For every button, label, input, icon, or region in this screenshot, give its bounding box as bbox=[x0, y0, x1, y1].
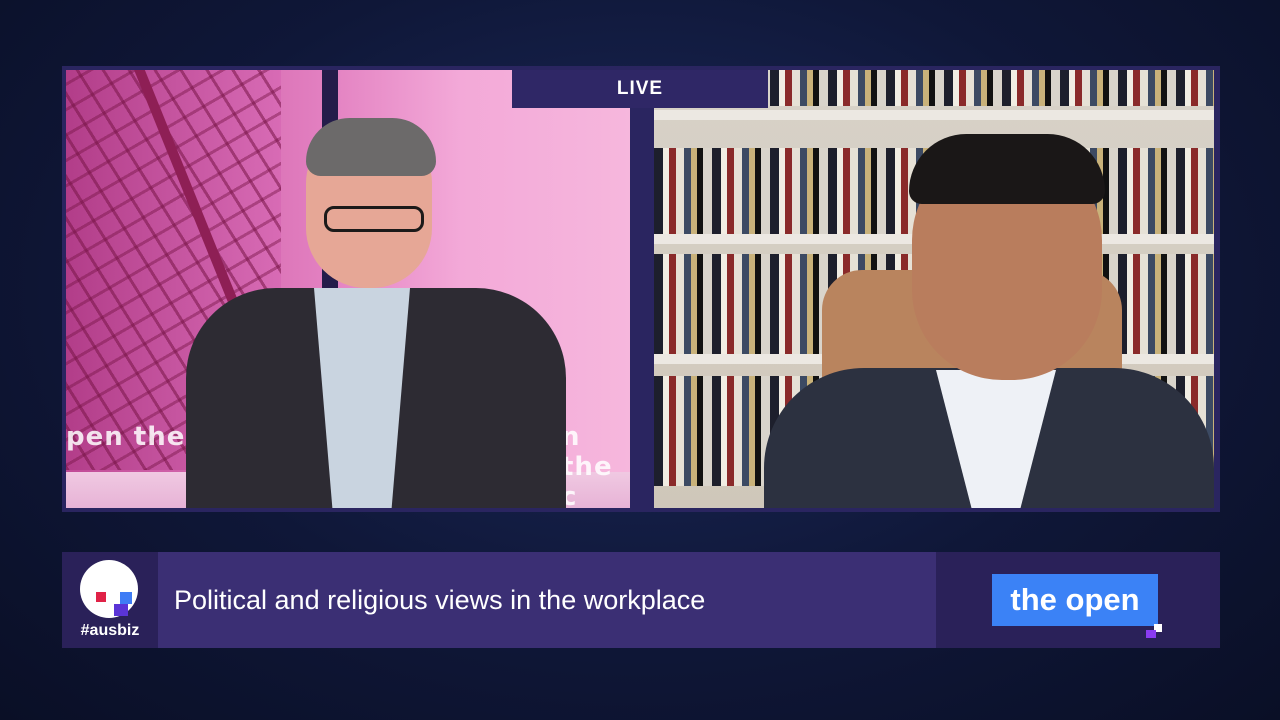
ausbiz-logo-icon bbox=[80, 560, 138, 618]
guest-hair bbox=[909, 134, 1105, 204]
live-indicator: LIVE bbox=[512, 70, 768, 108]
show-logo-square-purple bbox=[1146, 630, 1156, 638]
host-presenter bbox=[186, 118, 566, 508]
guest-video-feed bbox=[654, 70, 1214, 508]
logo-square-purple bbox=[114, 604, 128, 616]
logo-square-red bbox=[96, 592, 106, 602]
the-open-logo-icon: the open bbox=[992, 574, 1158, 626]
show-brand: the open bbox=[936, 552, 1220, 648]
headline-text: Political and religious views in the wor… bbox=[174, 584, 706, 615]
logo-square-blue bbox=[120, 592, 132, 604]
host-glasses bbox=[324, 206, 424, 232]
host-video-feed: pen the c n the c bbox=[66, 70, 630, 508]
video-split-screen: pen the c n the c bbox=[62, 66, 1220, 512]
lower-third-banner: #ausbiz Political and religious views in… bbox=[62, 552, 1220, 648]
shelf-board-1 bbox=[654, 110, 1214, 120]
hashtag-label: #ausbiz bbox=[80, 622, 140, 639]
studio-screen-text-right: n the c bbox=[561, 422, 613, 508]
host-hair bbox=[306, 118, 436, 176]
ausbiz-brand: #ausbiz bbox=[62, 552, 158, 648]
